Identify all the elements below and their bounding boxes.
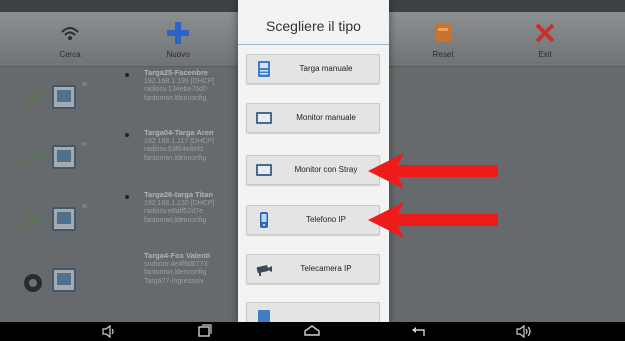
camera-icon xyxy=(256,265,272,276)
back-icon[interactable] xyxy=(410,324,428,339)
reset-label: Reset xyxy=(432,50,454,59)
phone-icon xyxy=(260,212,268,228)
option-monitor-manuale[interactable]: Monitor manuale xyxy=(246,103,380,133)
option-label: Telefono IP xyxy=(305,215,347,224)
option-label: Monitor manuale xyxy=(296,113,356,122)
reset-button[interactable]: Reset xyxy=(408,18,478,64)
dialog-title: Scegliere il tipo xyxy=(266,18,361,34)
volume-down-icon[interactable] xyxy=(100,324,118,339)
option-monitor-con-stray[interactable]: Monitor con Stray xyxy=(246,155,380,185)
volume-up-icon[interactable] xyxy=(515,324,533,339)
option-partial[interactable] xyxy=(246,302,380,322)
exit-button[interactable]: Exit xyxy=(510,18,580,64)
option-label: Telecamera IP xyxy=(300,264,352,273)
option-targa-manuale[interactable]: Targa manuale xyxy=(246,54,380,84)
new-button[interactable]: Nuovo xyxy=(143,18,213,64)
option-label: Targa manuale xyxy=(299,64,353,73)
search-label: Cerca xyxy=(59,50,81,59)
red-arrow-annotation xyxy=(368,202,498,238)
dialog-divider xyxy=(238,44,389,45)
monitor-icon xyxy=(256,112,272,124)
search-wifi-icon xyxy=(61,27,79,40)
recent-apps-icon[interactable] xyxy=(196,324,214,339)
new-label: Nuovo xyxy=(166,50,190,59)
home-icon[interactable] xyxy=(303,324,321,339)
reset-icon xyxy=(435,24,451,42)
exit-label: Exit xyxy=(538,50,552,59)
option-telecamera-ip[interactable]: Telecamera IP xyxy=(246,254,380,284)
android-nav-bar xyxy=(0,322,625,341)
option-telefono-ip[interactable]: Telefono IP xyxy=(246,205,380,235)
option-label xyxy=(277,303,375,322)
close-icon xyxy=(535,23,555,43)
monitor-icon xyxy=(256,164,272,176)
intercom-panel-icon xyxy=(258,61,270,77)
plus-icon xyxy=(167,22,189,44)
option-label: Monitor con Stray xyxy=(294,165,358,174)
device-icon xyxy=(258,310,270,322)
type-chooser-dialog: Scegliere il tipo Targa manuale Monitor … xyxy=(238,0,389,322)
search-button[interactable]: Cerca xyxy=(35,18,105,64)
red-arrow-annotation xyxy=(368,153,498,189)
